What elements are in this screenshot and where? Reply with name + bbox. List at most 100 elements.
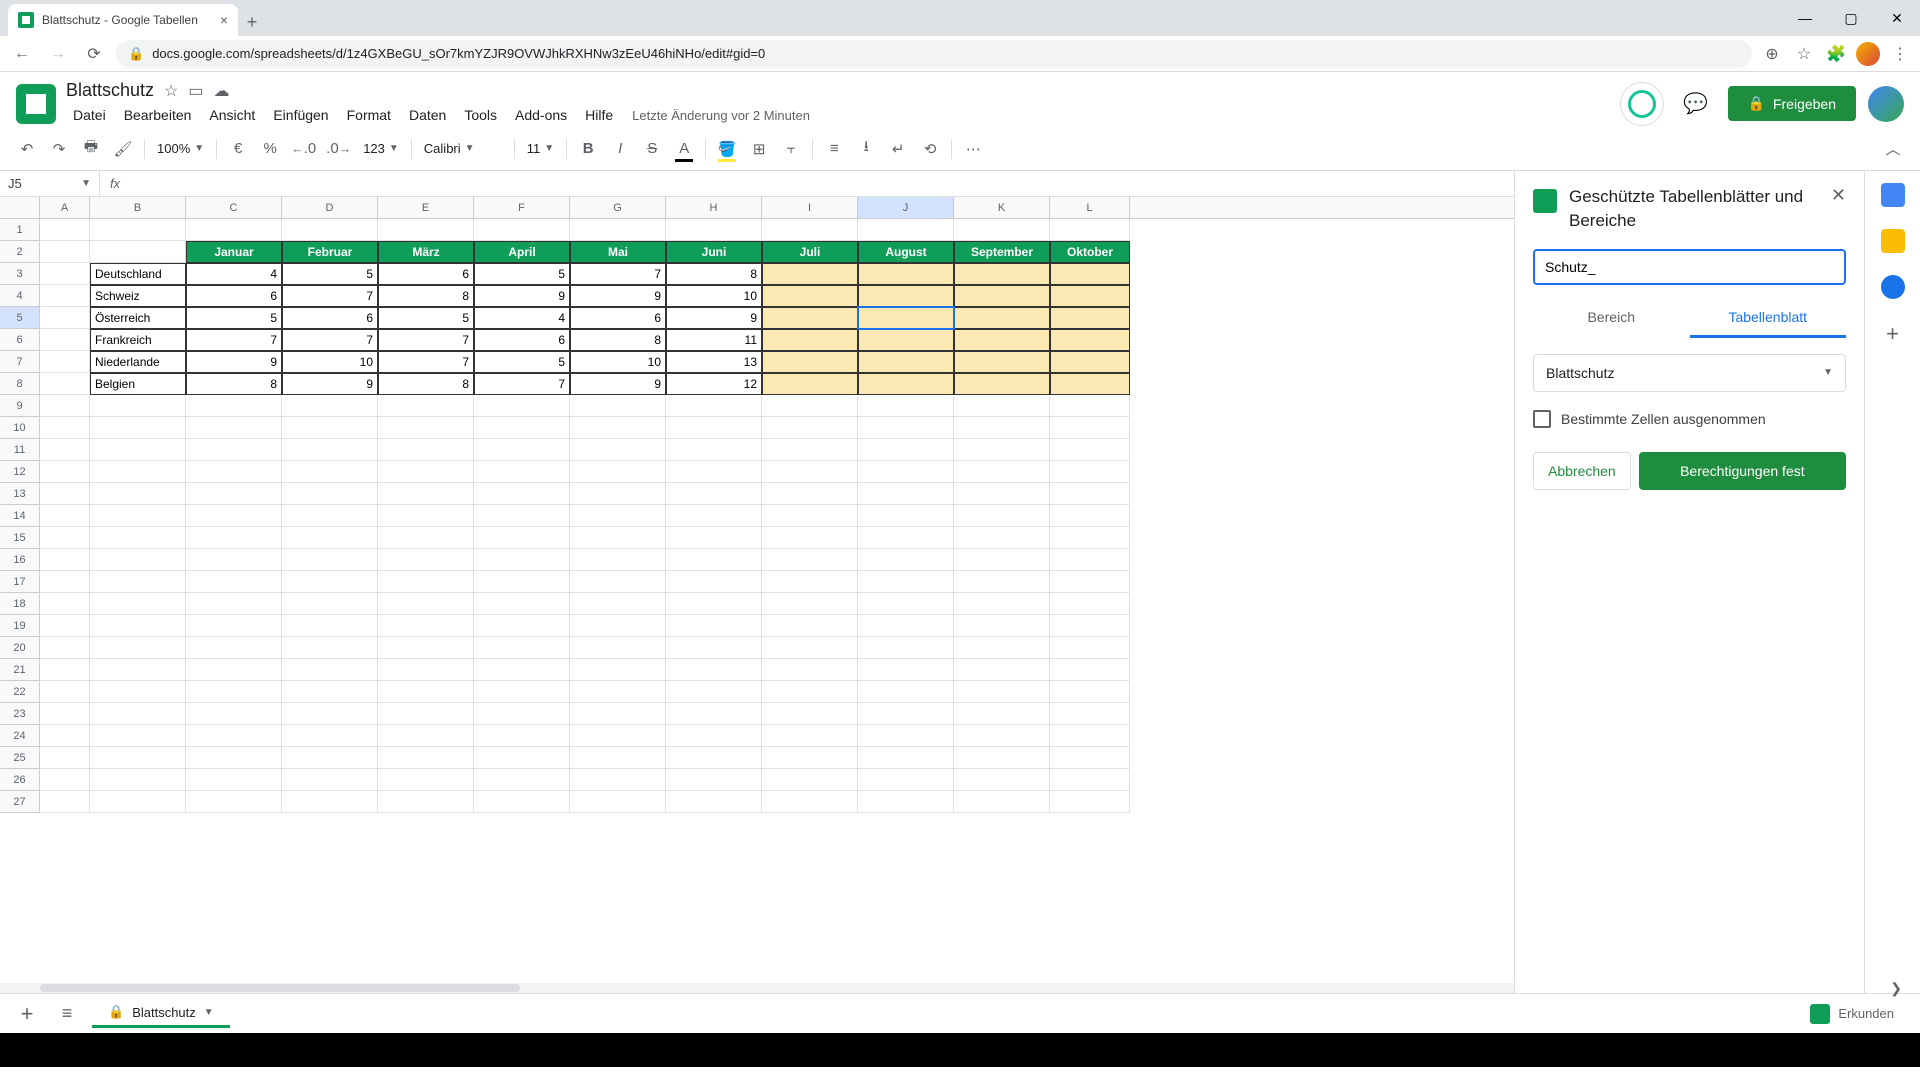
cell-H5[interactable]: 9: [666, 307, 762, 329]
row-header-25[interactable]: 25: [0, 747, 40, 769]
cell-K6[interactable]: [954, 329, 1050, 351]
cell-G16[interactable]: [570, 549, 666, 571]
cell-I7[interactable]: [762, 351, 858, 373]
cell-F27[interactable]: [474, 791, 570, 813]
row-header-27[interactable]: 27: [0, 791, 40, 813]
chevron-down-icon[interactable]: ▼: [204, 1007, 214, 1018]
cell-H1[interactable]: [666, 219, 762, 241]
cell-I1[interactable]: [762, 219, 858, 241]
cell-F9[interactable]: [474, 395, 570, 417]
cell-H2[interactable]: Juni: [666, 241, 762, 263]
cell-K16[interactable]: [954, 549, 1050, 571]
cell-B10[interactable]: [90, 417, 186, 439]
cell-I8[interactable]: [762, 373, 858, 395]
cell-F23[interactable]: [474, 703, 570, 725]
cell-D20[interactable]: [282, 637, 378, 659]
cell-G10[interactable]: [570, 417, 666, 439]
cell-D3[interactable]: 5: [282, 263, 378, 285]
cell-D11[interactable]: [282, 439, 378, 461]
row-header-24[interactable]: 24: [0, 725, 40, 747]
cell-F1[interactable]: [474, 219, 570, 241]
cell-F17[interactable]: [474, 571, 570, 593]
row-header-21[interactable]: 21: [0, 659, 40, 681]
row-header-26[interactable]: 26: [0, 769, 40, 791]
cell-J7[interactable]: [858, 351, 954, 373]
extensions-icon[interactable]: 🧩: [1824, 42, 1848, 66]
cell-H14[interactable]: [666, 505, 762, 527]
cell-E4[interactable]: 8: [378, 285, 474, 307]
cell-J12[interactable]: [858, 461, 954, 483]
cell-E5[interactable]: 5: [378, 307, 474, 329]
cell-C8[interactable]: 8: [186, 373, 282, 395]
cell-H18[interactable]: [666, 593, 762, 615]
font-select[interactable]: Calibri▼: [418, 141, 508, 156]
browser-menu-icon[interactable]: ⋮: [1888, 42, 1912, 66]
row-header-13[interactable]: 13: [0, 483, 40, 505]
cell-K2[interactable]: September: [954, 241, 1050, 263]
row-header-2[interactable]: 2: [0, 241, 40, 263]
cell-J16[interactable]: [858, 549, 954, 571]
cell-E19[interactable]: [378, 615, 474, 637]
cell-D23[interactable]: [282, 703, 378, 725]
cell-C18[interactable]: [186, 593, 282, 615]
cell-B21[interactable]: [90, 659, 186, 681]
cell-G14[interactable]: [570, 505, 666, 527]
cell-E27[interactable]: [378, 791, 474, 813]
expand-sidebar-icon[interactable]: ❯: [1890, 980, 1902, 997]
cell-C3[interactable]: 4: [186, 263, 282, 285]
cell-C9[interactable]: [186, 395, 282, 417]
cell-C20[interactable]: [186, 637, 282, 659]
more-button[interactable]: ⋯: [958, 134, 988, 164]
cell-C14[interactable]: [186, 505, 282, 527]
cell-I2[interactable]: Juli: [762, 241, 858, 263]
cell-D5[interactable]: 6: [282, 307, 378, 329]
font-size-select[interactable]: 11▼: [521, 141, 560, 156]
row-header-19[interactable]: 19: [0, 615, 40, 637]
fill-color-button[interactable]: 🪣: [712, 134, 742, 164]
sheets-logo[interactable]: [16, 84, 56, 124]
row-headers[interactable]: 1234567891011121314151617181920212223242…: [0, 219, 40, 813]
cell-D16[interactable]: [282, 549, 378, 571]
col-header-E[interactable]: E: [378, 197, 474, 218]
close-icon[interactable]: ✕: [1831, 185, 1846, 206]
col-header-F[interactable]: F: [474, 197, 570, 218]
cell-E20[interactable]: [378, 637, 474, 659]
cell-E16[interactable]: [378, 549, 474, 571]
col-header-H[interactable]: H: [666, 197, 762, 218]
formula-bar[interactable]: [130, 171, 1514, 196]
row-header-20[interactable]: 20: [0, 637, 40, 659]
column-headers[interactable]: ABCDEFGHIJKL: [0, 197, 1514, 219]
row-header-4[interactable]: 4: [0, 285, 40, 307]
cell-G24[interactable]: [570, 725, 666, 747]
set-permissions-button[interactable]: Berechtigungen fest: [1639, 452, 1846, 490]
cell-B1[interactable]: [90, 219, 186, 241]
cell-H7[interactable]: 13: [666, 351, 762, 373]
cell-H26[interactable]: [666, 769, 762, 791]
col-header-A[interactable]: A: [40, 197, 90, 218]
grammarly-icon[interactable]: [1620, 82, 1664, 126]
cell-I12[interactable]: [762, 461, 858, 483]
cell-G15[interactable]: [570, 527, 666, 549]
cell-L25[interactable]: [1050, 747, 1130, 769]
tab-sheet[interactable]: Tabellenblatt: [1690, 299, 1847, 338]
col-header-J[interactable]: J: [858, 197, 954, 218]
close-window-button[interactable]: ✕: [1874, 0, 1920, 36]
number-format-select[interactable]: 123▼: [357, 141, 405, 156]
tasks-icon[interactable]: [1881, 275, 1905, 299]
cell-A17[interactable]: [40, 571, 90, 593]
cell-B13[interactable]: [90, 483, 186, 505]
last-edit-label[interactable]: Letzte Änderung vor 2 Minuten: [632, 108, 810, 123]
cell-G11[interactable]: [570, 439, 666, 461]
col-header-G[interactable]: G: [570, 197, 666, 218]
cell-A10[interactable]: [40, 417, 90, 439]
add-addon-button[interactable]: +: [1886, 321, 1899, 347]
cell-A18[interactable]: [40, 593, 90, 615]
back-button[interactable]: ←: [8, 40, 36, 68]
cell-L19[interactable]: [1050, 615, 1130, 637]
cell-E1[interactable]: [378, 219, 474, 241]
cell-D8[interactable]: 9: [282, 373, 378, 395]
cell-K12[interactable]: [954, 461, 1050, 483]
cell-H25[interactable]: [666, 747, 762, 769]
cell-L13[interactable]: [1050, 483, 1130, 505]
italic-button[interactable]: I: [605, 134, 635, 164]
